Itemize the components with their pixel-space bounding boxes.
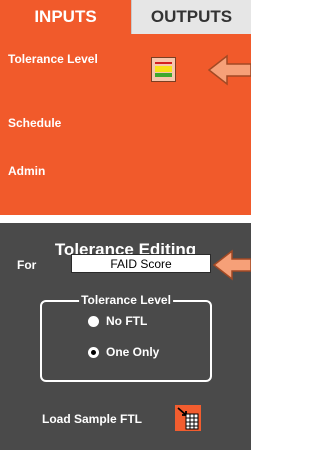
tab-bar: INPUTS OUTPUTS <box>0 0 251 34</box>
tab-inputs[interactable]: INPUTS <box>0 0 131 34</box>
arrow-left-icon <box>212 249 251 281</box>
menu-item-tolerance-level[interactable]: Tolerance Level <box>8 52 98 66</box>
panel-separator <box>0 215 251 223</box>
radio-label: One Only <box>106 345 160 359</box>
radio-label: No FTL <box>106 314 148 328</box>
tolerance-level-group: Tolerance Level No FTL One Only <box>40 293 212 382</box>
tolerance-level-icon <box>155 62 172 64</box>
radio-checked-icon <box>88 346 99 358</box>
tolerance-bar-yellow <box>155 66 172 72</box>
tab-outputs[interactable]: OUTPUTS <box>131 0 251 34</box>
menu-item-admin[interactable]: Admin <box>8 164 45 178</box>
for-field[interactable]: FAID Score <box>71 254 211 273</box>
tolerance-level-button[interactable] <box>151 57 176 82</box>
radio-no-ftl[interactable]: No FTL <box>88 314 147 328</box>
for-label: For <box>17 258 37 272</box>
group-title: Tolerance Level <box>79 293 173 307</box>
tolerance-bar-green <box>155 73 172 77</box>
radio-circle-icon <box>88 315 99 327</box>
menu-item-schedule[interactable]: Schedule <box>8 116 61 130</box>
radio-one-only[interactable]: One Only <box>88 345 159 359</box>
load-sample-button[interactable] <box>175 405 201 431</box>
load-sample-label: Load Sample FTL <box>42 412 143 426</box>
arrow-left-icon <box>207 54 251 86</box>
grid-table-icon <box>177 407 199 430</box>
